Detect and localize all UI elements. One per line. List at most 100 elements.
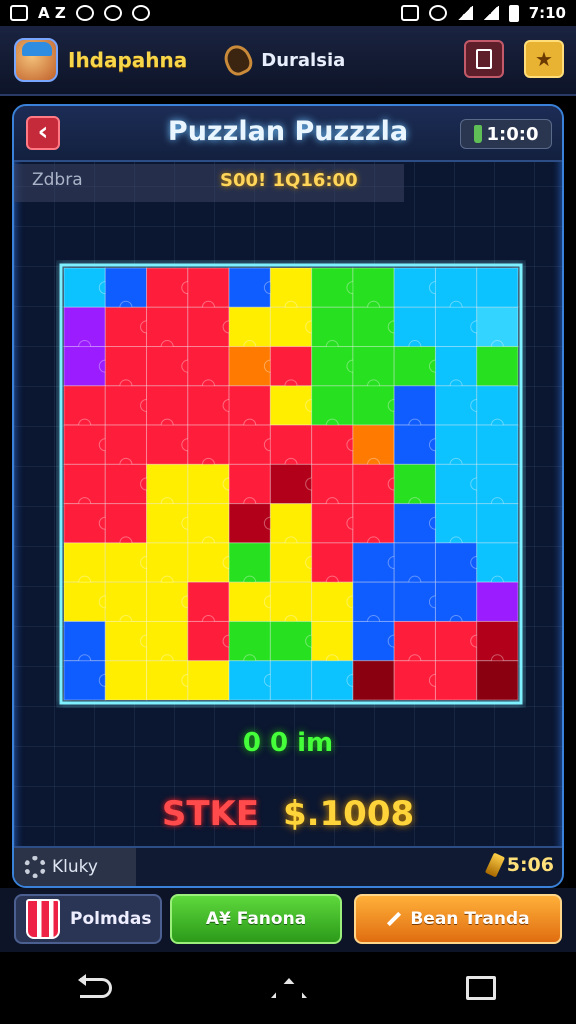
puzzle-piece[interactable] — [104, 463, 154, 505]
puzzle-piece[interactable] — [352, 620, 401, 662]
puzzle-piece[interactable] — [63, 346, 112, 387]
puzzle-piece[interactable] — [104, 503, 148, 550]
puzzle-piece[interactable] — [104, 581, 148, 628]
puzzle-piece[interactable] — [311, 581, 360, 622]
puzzle-piece[interactable] — [104, 306, 154, 348]
puzzle-piece[interactable] — [352, 660, 395, 701]
puzzle-piece[interactable] — [352, 346, 395, 393]
puzzle-piece[interactable] — [311, 267, 360, 308]
puzzle-piece[interactable] — [393, 581, 442, 622]
puzzle-piece[interactable] — [393, 463, 436, 511]
puzzle-piece[interactable] — [269, 503, 313, 550]
puzzle-piece[interactable] — [311, 463, 354, 511]
puzzle-piece[interactable] — [352, 267, 395, 314]
puzzle-piece[interactable] — [434, 267, 478, 314]
puzzle-piece[interactable] — [187, 503, 230, 550]
back-nav-icon[interactable] — [77, 974, 112, 998]
puzzle-piece[interactable] — [352, 542, 401, 583]
puzzle-piece[interactable] — [228, 267, 277, 308]
puzzle-piece[interactable] — [63, 581, 112, 622]
settings-chip[interactable]: Kluky — [14, 848, 136, 886]
puzzle-piece[interactable] — [63, 620, 106, 668]
green-action-button[interactable]: A¥ Fanona — [170, 894, 342, 944]
puzzle-piece[interactable] — [269, 424, 313, 471]
puzzle-piece[interactable] — [393, 267, 442, 308]
puzzle-piece[interactable] — [393, 542, 436, 589]
puzzle-piece[interactable] — [476, 385, 519, 432]
puzzle-piece[interactable] — [311, 306, 354, 354]
puzzle-piece[interactable] — [434, 346, 478, 393]
puzzle-piece[interactable] — [146, 385, 189, 432]
puzzle-piece[interactable] — [187, 542, 236, 583]
puzzle-piece[interactable] — [187, 385, 236, 426]
puzzle-piece[interactable] — [352, 306, 401, 348]
puzzle-piece[interactable] — [228, 463, 271, 511]
puzzle-piece[interactable] — [311, 424, 360, 465]
puzzle-piece[interactable] — [434, 660, 478, 701]
stop-button[interactable] — [464, 40, 504, 78]
puzzle-piece[interactable] — [104, 660, 148, 701]
puzzle-piece[interactable] — [393, 385, 436, 432]
puzzle-piece[interactable] — [269, 346, 313, 393]
puzzle-piece[interactable] — [187, 306, 236, 348]
puzzle-piece[interactable] — [476, 581, 519, 622]
puzzle-piece[interactable] — [146, 306, 189, 354]
puzzle-piece[interactable] — [104, 424, 148, 471]
puzzle-piece[interactable] — [434, 385, 484, 426]
puzzle-piece[interactable] — [63, 463, 106, 511]
puzzle-piece[interactable] — [434, 542, 484, 583]
puzzle-piece[interactable] — [311, 620, 354, 668]
puzzle-piece[interactable] — [476, 267, 519, 308]
puzzle-piece[interactable] — [187, 346, 230, 393]
puzzle-piece[interactable] — [434, 463, 484, 505]
puzzle-piece[interactable] — [393, 620, 436, 668]
puzzle-piece[interactable] — [63, 542, 106, 589]
puzzle-piece[interactable] — [228, 346, 277, 387]
puzzle-board[interactable] — [56, 260, 526, 708]
puzzle-piece[interactable] — [63, 267, 112, 308]
puzzle-piece[interactable] — [434, 581, 478, 628]
puzzle-piece[interactable] — [434, 306, 484, 348]
puzzle-piece[interactable] — [476, 306, 519, 354]
puzzle-piece[interactable] — [146, 620, 189, 668]
puzzle-piece[interactable] — [146, 424, 195, 465]
puzzle-piece[interactable] — [311, 385, 354, 432]
puzzle-piece[interactable] — [476, 503, 519, 544]
puzzle-piece[interactable] — [228, 660, 277, 701]
puzzle-piece[interactable] — [269, 306, 319, 348]
puzzle-piece[interactable] — [104, 267, 148, 314]
puzzle-piece[interactable] — [146, 267, 195, 308]
puzzle-piece[interactable] — [393, 424, 442, 465]
puzzle-piece[interactable] — [311, 542, 354, 589]
puzzle-piece[interactable] — [146, 542, 189, 589]
puzzle-piece[interactable] — [187, 267, 230, 314]
puzzle-piece[interactable] — [269, 660, 313, 701]
puzzle-piece[interactable] — [146, 581, 195, 622]
puzzle-piece[interactable] — [352, 424, 395, 471]
puzzle-piece[interactable] — [63, 424, 112, 465]
puzzle-piece[interactable] — [269, 581, 313, 628]
puzzle-piece[interactable] — [352, 581, 395, 628]
puzzle-piece[interactable] — [228, 503, 277, 544]
puzzle-piece[interactable] — [476, 542, 519, 589]
puzzle-piece[interactable] — [393, 660, 442, 701]
puzzle-piece[interactable] — [228, 306, 271, 354]
puzzle-piece[interactable] — [146, 660, 195, 701]
palette-button[interactable]: Polmdas — [14, 894, 162, 944]
puzzle-piece[interactable] — [269, 620, 319, 662]
puzzle-piece[interactable] — [476, 660, 519, 701]
orange-action-button[interactable]: Bean Tranda — [354, 894, 562, 944]
puzzle-piece[interactable] — [63, 503, 112, 544]
puzzle-piece[interactable] — [311, 346, 360, 387]
puzzle-piece[interactable] — [228, 620, 271, 668]
puzzle-piece[interactable] — [63, 385, 106, 432]
puzzle-piece[interactable] — [393, 503, 442, 544]
puzzle-piece[interactable] — [187, 463, 236, 505]
puzzle-piece[interactable] — [352, 463, 401, 505]
puzzle-piece[interactable] — [187, 660, 230, 701]
puzzle-piece[interactable] — [476, 463, 519, 511]
puzzle-piece[interactable] — [228, 424, 277, 465]
puzzle-piece[interactable] — [146, 463, 189, 511]
puzzle-piece[interactable] — [393, 306, 436, 354]
puzzle-piece[interactable] — [476, 620, 519, 668]
